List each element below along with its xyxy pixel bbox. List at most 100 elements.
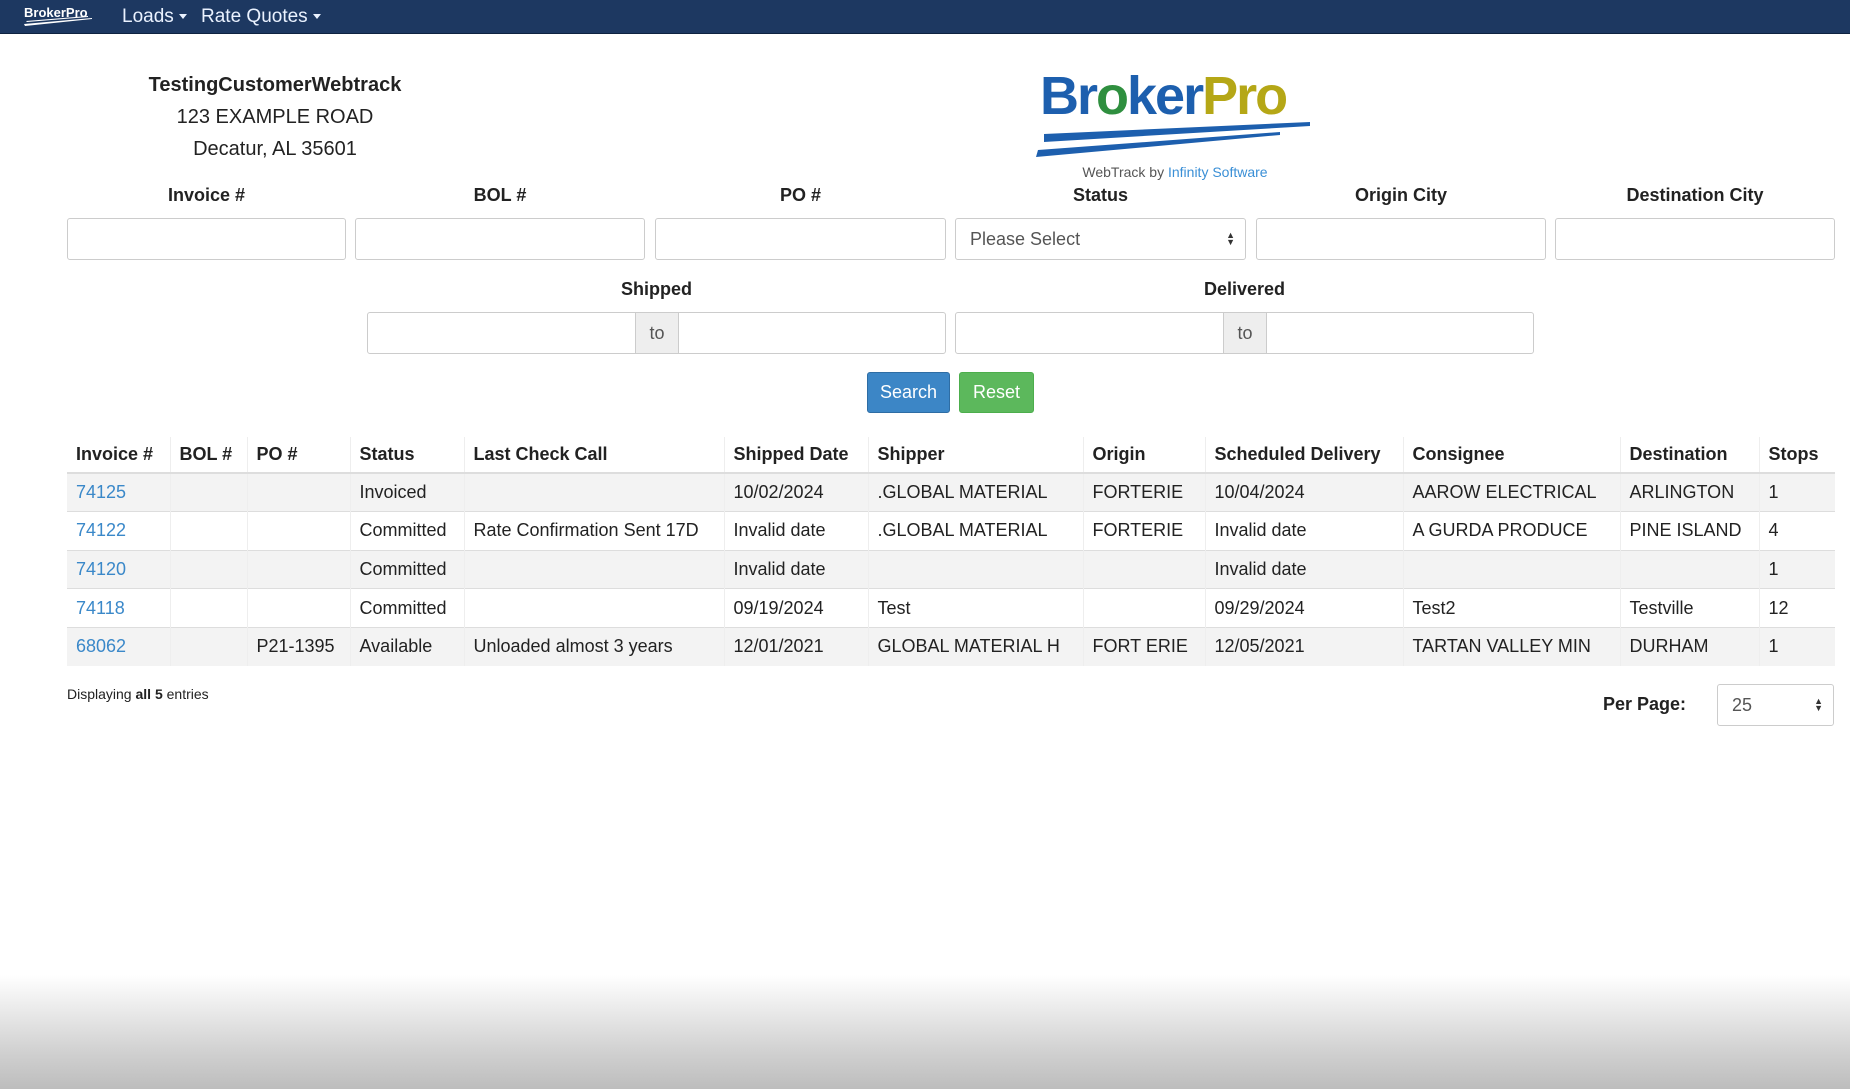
- table-cell: [169, 549, 247, 589]
- table-cell: 09/19/2024: [723, 588, 868, 628]
- column-header: BOL #: [169, 437, 247, 474]
- column-header: Invoice #: [67, 437, 170, 474]
- table-cell: FORTERIE: [1082, 472, 1205, 512]
- table-cell: [1402, 549, 1620, 589]
- table-cell: Invoiced: [349, 472, 464, 512]
- table-cell: 74118: [67, 588, 170, 628]
- table-row: 68062 P21-1395 Available Unloaded almost 3 …: [67, 626, 1835, 666]
- table-cell: Invalid date: [1204, 549, 1403, 589]
- table-cell: [463, 588, 724, 628]
- origin-city-input[interactable]: [1256, 218, 1546, 260]
- table-cell: 68062: [67, 626, 170, 666]
- table-cell: 12/05/2021: [1204, 626, 1403, 666]
- invoice-link[interactable]: 74120: [76, 559, 126, 579]
- column-header: Status: [349, 437, 464, 474]
- table-cell: 1: [1758, 472, 1835, 512]
- rate-quotes-menu[interactable]: Rate Quotes: [201, 6, 321, 28]
- table-cell: [246, 472, 350, 512]
- table-cell: P21-1395: [246, 626, 350, 666]
- select-arrows-icon: ▲ ▼: [1226, 230, 1235, 247]
- table-cell: [1619, 549, 1759, 589]
- table-cell: Invalid date: [723, 549, 868, 589]
- table-cell: [1082, 549, 1205, 589]
- invoice-link[interactable]: 68062: [76, 636, 126, 656]
- infinity-software-link[interactable]: Infinity Software: [1168, 164, 1268, 180]
- invoice-label: Invoice #: [167, 185, 246, 205]
- webtrack-tagline: WebTrack by Infinity Software: [1082, 164, 1268, 180]
- table-cell: PINE ISLAND: [1619, 511, 1759, 551]
- shipped-label: Shipped: [621, 279, 692, 299]
- invoice-link[interactable]: 74125: [76, 482, 126, 502]
- svg-text:BrokerPro: BrokerPro: [1040, 66, 1286, 126]
- table-cell: 10/02/2024: [723, 472, 868, 512]
- column-header: Shipper: [867, 437, 1083, 474]
- table-cell: 12/01/2021: [723, 626, 868, 666]
- table-cell: Unloaded almost 3 years: [463, 626, 724, 666]
- delivered-to-addon: to: [1223, 312, 1267, 354]
- table-cell: Invalid date: [723, 511, 868, 551]
- invoice-input[interactable]: [67, 218, 346, 260]
- delivered-from-input[interactable]: [955, 312, 1224, 354]
- table-cell: 09/29/2024: [1204, 588, 1403, 628]
- table-cell: [169, 472, 247, 512]
- table-cell: [169, 511, 247, 551]
- bottom-fade: [0, 975, 1850, 1089]
- table-cell: [463, 472, 724, 512]
- bol-input[interactable]: [355, 218, 645, 260]
- table-cell: [246, 549, 350, 589]
- select-arrows-icon: ▲ ▼: [1814, 696, 1823, 713]
- table-cell: ARLINGTON: [1619, 472, 1759, 512]
- column-header: PO #: [246, 437, 350, 474]
- table-cell: [169, 588, 247, 628]
- shipped-to-input[interactable]: [678, 312, 946, 354]
- table-cell: DURHAM: [1619, 626, 1759, 666]
- status-label: Status: [1072, 185, 1128, 205]
- table-row: 74125 Invoiced 10/02/2024 .GLOBAL MATERIAL F…: [67, 472, 1835, 512]
- column-header: Stops: [1758, 437, 1835, 474]
- table-cell: 1: [1758, 626, 1835, 666]
- reset-button[interactable]: Reset: [959, 372, 1034, 413]
- origin-city-label: Origin City: [1354, 185, 1447, 205]
- table-row: 74118 Committed 09/19/2024 Test 09/29/2024 Te…: [67, 588, 1835, 628]
- table-cell: 10/04/2024: [1204, 472, 1403, 512]
- table-cell: Invalid date: [1204, 511, 1403, 551]
- table-cell: Test: [867, 588, 1083, 628]
- shipped-to-addon: to: [635, 312, 679, 354]
- brokerpro-nav-logo[interactable]: BrokerPro: [22, 4, 94, 28]
- search-button[interactable]: Search: [867, 372, 950, 413]
- shipped-from-input[interactable]: [367, 312, 636, 354]
- company-name: TestingCustomerWebtrack: [148, 74, 402, 96]
- loads-menu[interactable]: Loads: [122, 6, 187, 28]
- table-row: 74120 Committed Invalid date Invalid date 1: [67, 549, 1835, 589]
- table-cell: Committed: [349, 588, 464, 628]
- table-cell: 74120: [67, 549, 170, 589]
- company-city: Decatur, AL 35601: [193, 138, 357, 160]
- table-cell: 74122: [67, 511, 170, 551]
- column-header: Origin: [1082, 437, 1205, 474]
- table-cell: Rate Confirmation Sent 17D: [463, 511, 724, 551]
- table-cell: [169, 626, 247, 666]
- table-cell: 4: [1758, 511, 1835, 551]
- entries-count: Displaying all 5 entries: [67, 686, 209, 702]
- delivered-label: Delivered: [1203, 279, 1286, 299]
- status-select[interactable]: Please Select ▲ ▼: [955, 218, 1246, 260]
- table-cell: [867, 549, 1083, 589]
- delivered-to-input[interactable]: [1266, 312, 1534, 354]
- company-address: 123 EXAMPLE ROAD: [176, 106, 374, 128]
- caret-down-icon: [178, 14, 187, 20]
- table-cell: 1: [1758, 549, 1835, 589]
- table-cell: 74125: [67, 472, 170, 512]
- per-page-select[interactable]: 25 ▲ ▼: [1717, 684, 1834, 726]
- table-cell: TARTAN VALLEY MIN: [1402, 626, 1620, 666]
- table-cell: Testville: [1619, 588, 1759, 628]
- table-cell: [1082, 588, 1205, 628]
- destination-city-input[interactable]: [1555, 218, 1835, 260]
- invoice-link[interactable]: 74122: [76, 520, 126, 540]
- table-cell: Committed: [349, 511, 464, 551]
- invoice-link[interactable]: 74118: [76, 598, 125, 618]
- table-cell: Available: [349, 626, 464, 666]
- column-header: Destination: [1619, 437, 1759, 474]
- table-cell: AAROW ELECTRICAL: [1402, 472, 1620, 512]
- column-header: Scheduled Delivery: [1204, 437, 1403, 474]
- po-input[interactable]: [655, 218, 946, 260]
